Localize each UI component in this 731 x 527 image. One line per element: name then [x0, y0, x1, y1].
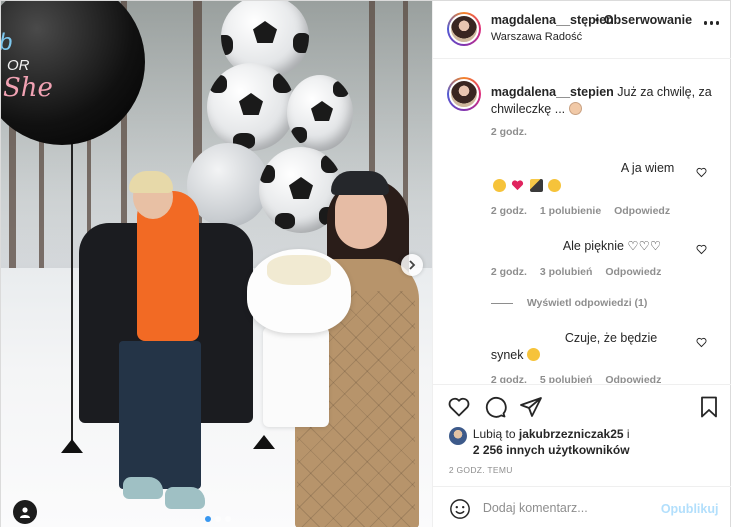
likes-summary: Lubią to jakubrzezniczak25 i 2 256 innyc…	[448, 426, 719, 460]
post-time-ago[interactable]: 2 GODZ. TEMU	[449, 465, 513, 475]
comment-text-line1: Czuje, że będzie	[564, 331, 658, 345]
post-side-panel: magdalena__stępien • Obserwowanie Warsza…	[431, 1, 731, 527]
avatar[interactable]	[446, 12, 481, 46]
share-icon[interactable]	[519, 395, 543, 419]
yum-emoji-icon	[548, 179, 562, 192]
post-photo[interactable]: b OR She	[1, 1, 432, 527]
tag-user-icon	[20, 507, 30, 518]
view-replies-label: Wyświetl odpowiedzi (1)	[526, 297, 648, 309]
smile-icon[interactable]	[449, 498, 471, 520]
heart-icon[interactable]	[447, 395, 471, 419]
grey-balloon	[187, 143, 269, 227]
reply-button[interactable]: Odpowiedz	[614, 205, 670, 217]
carousel-dot	[225, 516, 231, 522]
man-hair	[129, 171, 173, 193]
more-icon[interactable]	[703, 21, 720, 25]
caption-time: 2 godz.	[490, 126, 527, 138]
publish-button[interactable]: Opublikuj	[661, 502, 719, 516]
heart-icon[interactable]	[696, 167, 707, 178]
comment-text: Ale pięknie ♡♡♡	[562, 239, 662, 253]
carousel-dot-active	[205, 516, 211, 522]
comment-meta: 2 godz. 5 polubień Odpowiedz	[491, 374, 672, 383]
comment-text-synek: synek	[490, 348, 524, 362]
comment-box: Opublikuj	[432, 486, 731, 527]
chevron-right-icon	[409, 260, 416, 270]
football-balloon	[287, 75, 353, 151]
balloon-text-boy: b	[1, 29, 12, 57]
comment-time: 2 godz.	[490, 205, 527, 217]
balloon-text-or: OR	[7, 57, 30, 74]
caption: magdalena__stepien Już za chwilę, za chw…	[491, 84, 721, 118]
avatar[interactable]	[446, 77, 481, 111]
view-replies-button[interactable]: Wyświetl odpowiedzi (1)	[490, 297, 648, 309]
likes-suffix: i	[626, 427, 630, 441]
bookmark-icon[interactable]	[697, 395, 721, 419]
heart-icon[interactable]	[696, 244, 707, 255]
woman-beanie	[331, 171, 389, 195]
man-shoe	[123, 477, 163, 499]
party-emoji-icon	[529, 179, 543, 192]
comment-likes[interactable]: 1 polubienie	[540, 205, 601, 217]
comment-meta: 2 godz. 1 polubienie Odpowiedz	[491, 205, 680, 217]
comment-time: 2 godz.	[490, 266, 527, 278]
man-jeans	[119, 341, 201, 489]
comment-likes[interactable]: 3 polubień	[540, 266, 593, 278]
comment-meta: 2 godz. 3 polubień Odpowiedz	[491, 266, 672, 278]
likes-prefix: Lubią to	[472, 427, 516, 441]
likes-user-link[interactable]: jakubrzezniczak25	[519, 427, 624, 441]
action-bar	[432, 384, 731, 424]
comment-time: 2 godz.	[490, 374, 527, 383]
comment-icon[interactable]	[483, 395, 507, 419]
likes-others-link[interactable]: 2 256 innych użytkowników	[473, 443, 630, 457]
caption-meta: 2 godz.	[491, 126, 537, 138]
gift-bag	[263, 327, 329, 427]
next-photo-button[interactable]	[401, 254, 423, 276]
header-separator: •	[594, 13, 600, 27]
comment-emojis	[492, 177, 562, 195]
white-roses	[267, 255, 331, 285]
post-window: b OR She	[0, 0, 731, 527]
comments-list[interactable]: magdalena__stepien Już za chwilę, za chw…	[433, 60, 731, 383]
heart-icon[interactable]	[696, 337, 707, 348]
man-shoe	[165, 487, 205, 509]
football-balloon	[207, 63, 295, 151]
comment-likes[interactable]: 5 polubień	[540, 374, 593, 383]
comment-input[interactable]	[482, 496, 663, 520]
location-link[interactable]: Warszawa Radość	[491, 31, 582, 43]
carousel-dots	[205, 516, 231, 522]
baby-emoji-icon	[568, 102, 582, 115]
grin-emoji-icon	[492, 179, 506, 192]
red-heart-emoji-icon	[512, 180, 524, 191]
comment-text-line2: synek	[491, 348, 541, 362]
likes-text: Lubią to jakubrzezniczak25 i 2 256 innyc…	[473, 426, 630, 458]
carousel-dot	[215, 516, 221, 522]
post-header: magdalena__stępien • Obserwowanie Warsza…	[432, 1, 731, 59]
balloon-text-she: She	[3, 73, 53, 103]
smile-emoji-icon	[526, 348, 540, 361]
tagged-users-button[interactable]	[13, 500, 37, 524]
reply-button[interactable]: Odpowiedz	[605, 374, 661, 383]
follow-status-button[interactable]: Obserwowanie	[604, 13, 692, 27]
caption-username[interactable]: magdalena__stepien	[491, 85, 614, 99]
avatar[interactable]	[448, 427, 467, 445]
replies-line	[490, 302, 513, 304]
comment-text: A ja wiem	[620, 161, 675, 175]
reply-button[interactable]: Odpowiedz	[605, 266, 661, 278]
